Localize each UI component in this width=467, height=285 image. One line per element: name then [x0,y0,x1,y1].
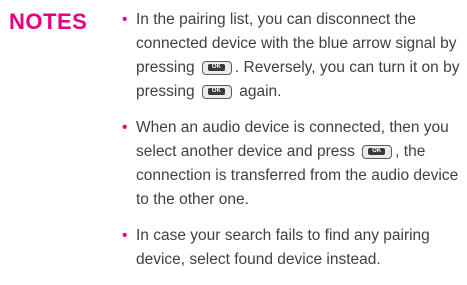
ok-key-label: OK [368,148,386,155]
note-item: • In case your search fails to find any … [122,224,462,272]
note-text: In case your search fails to find any pa… [136,227,430,268]
bullet-icon: • [122,227,128,244]
note-item: • In the pairing list, you can disconnec… [122,8,462,104]
bullet-icon: • [122,119,128,136]
ok-key-icon: OK [201,61,232,75]
notes-list: • In the pairing list, you can disconnec… [122,0,462,272]
ok-key-label: OK [207,88,225,95]
note-text: again. [239,83,282,100]
ok-key-label: OK [207,64,225,71]
bullet-icon: • [122,11,128,28]
ok-key-icon: OK [201,85,232,99]
note-item: • When an audio device is connected, the… [122,116,462,212]
ok-key-icon: OK [362,145,393,159]
notes-heading: NOTES [9,9,88,34]
